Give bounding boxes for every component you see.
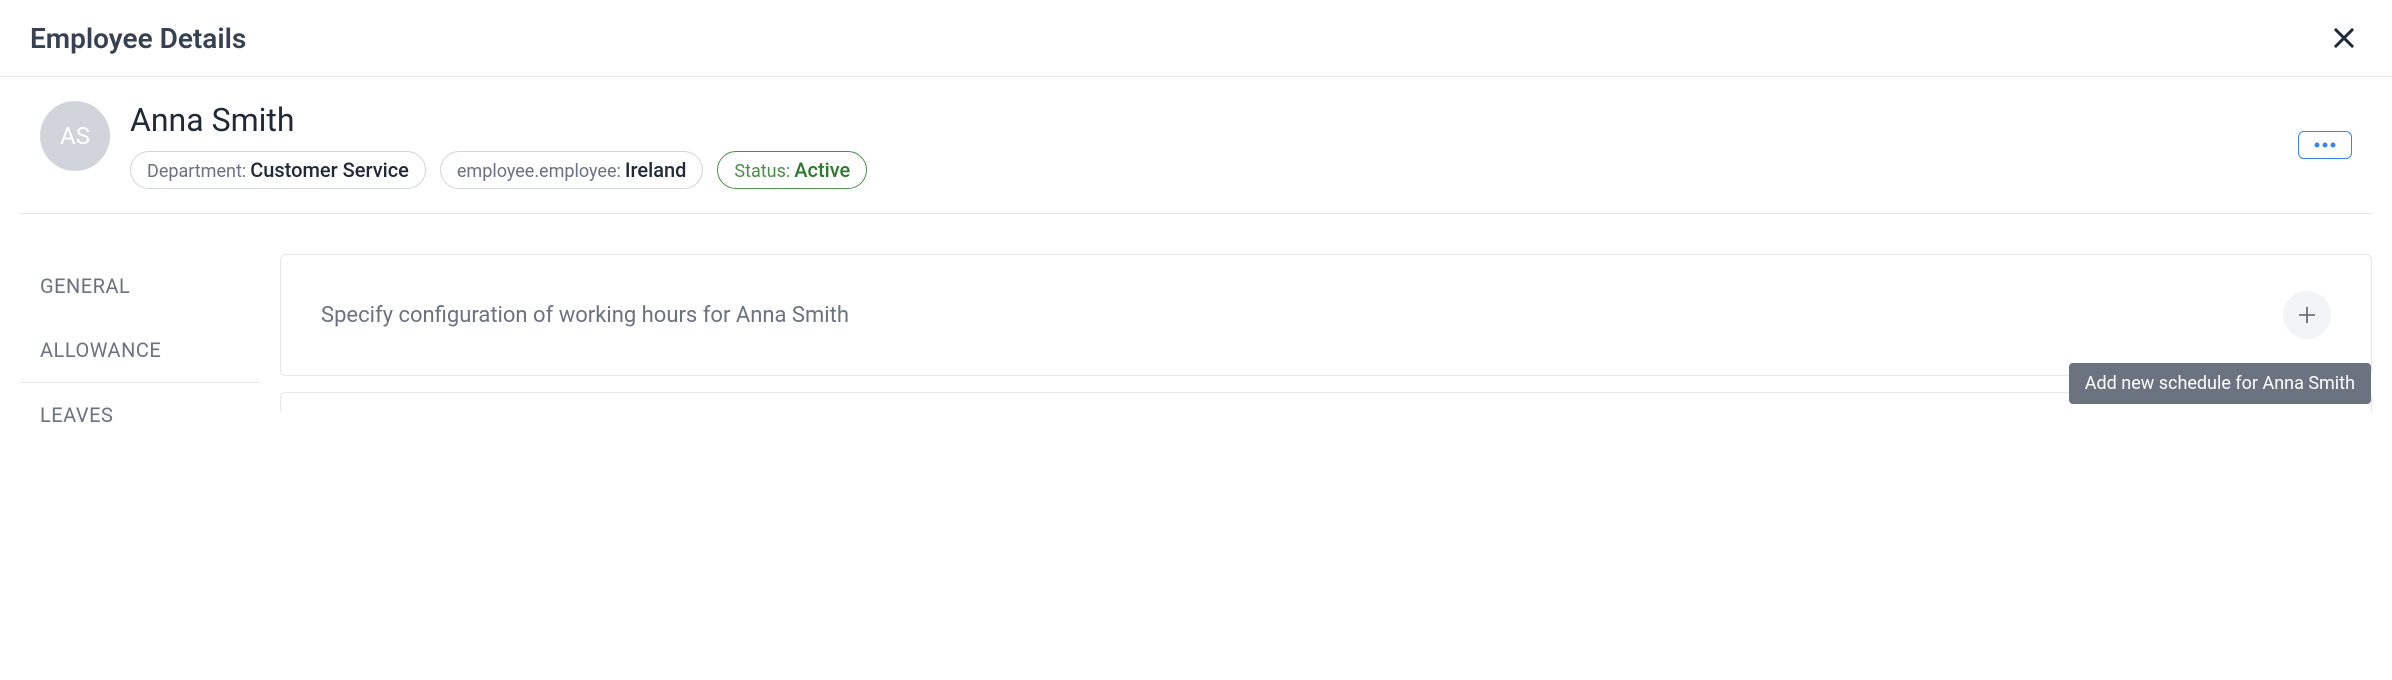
avatar-initials: AS — [60, 122, 90, 150]
location-badge: employee.employee: Ireland — [440, 151, 704, 189]
add-schedule-button[interactable] — [2283, 291, 2331, 339]
sidebar-item-allowance[interactable]: ALLOWANCE — [20, 318, 260, 383]
sidebar-item-general[interactable]: GENERAL — [20, 254, 260, 318]
page-title: Employee Details — [30, 22, 246, 55]
secondary-card — [280, 392, 2372, 412]
department-badge-label: Department: — [147, 161, 246, 182]
location-badge-value: Ireland — [625, 158, 687, 182]
department-badge-value: Customer Service — [250, 158, 409, 182]
more-button[interactable] — [2298, 131, 2352, 159]
location-badge-label: employee.employee: — [457, 161, 621, 182]
status-badge: Status: Active — [717, 151, 867, 189]
schedule-card: Specify configuration of working hours f… — [280, 254, 2372, 376]
avatar: AS — [40, 101, 110, 171]
status-badge-value: Active — [794, 158, 850, 182]
employee-name: Anna Smith — [130, 101, 2298, 139]
add-schedule-tooltip: Add new schedule for Anna Smith — [2069, 363, 2371, 404]
plus-icon — [2296, 304, 2318, 326]
sidebar-item-leaves[interactable]: LEAVES — [20, 383, 260, 447]
schedule-card-text: Specify configuration of working hours f… — [321, 303, 849, 328]
status-badge-label: Status: — [734, 161, 790, 182]
close-icon — [2330, 24, 2358, 52]
department-badge: Department: Customer Service — [130, 151, 426, 189]
more-horizontal-icon — [2313, 142, 2337, 148]
close-button[interactable] — [2326, 20, 2362, 56]
